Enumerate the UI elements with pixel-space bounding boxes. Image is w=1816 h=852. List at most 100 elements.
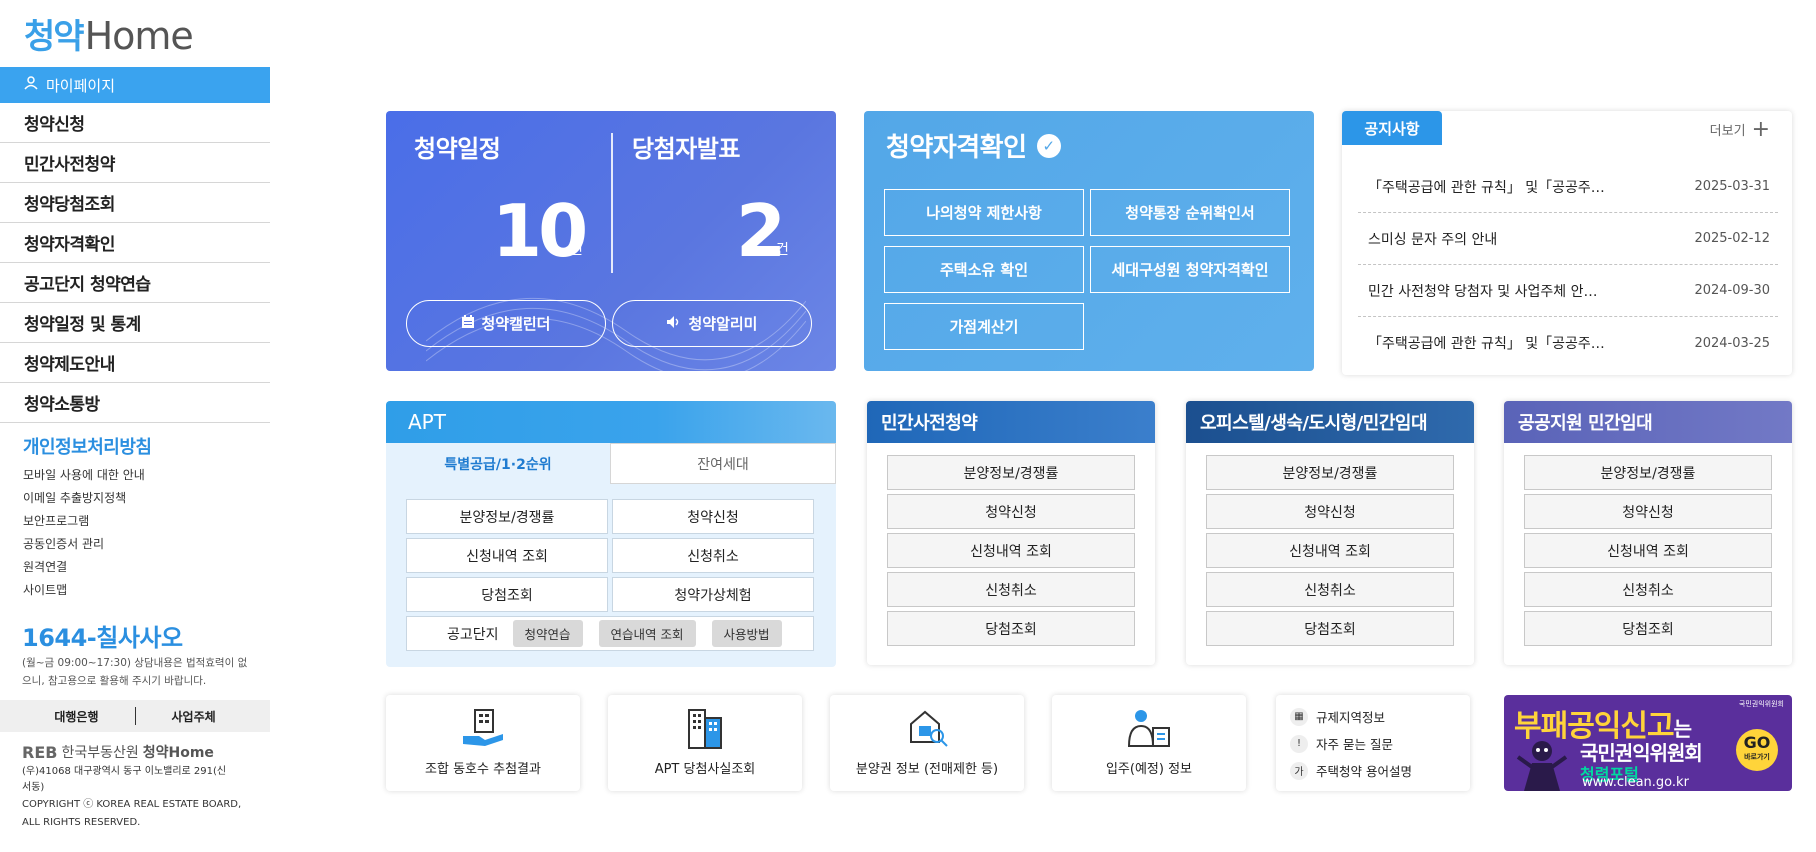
apt-winner-check-shortcut[interactable]: APT 당첨사실조회 [608, 695, 802, 791]
list-item[interactable]: 신청내역 조회 [1524, 533, 1772, 568]
house-search-icon [910, 710, 948, 747]
schedule-unit: 건 [570, 242, 583, 258]
building-icon: ▦ [1290, 707, 1308, 726]
union-lottery-shortcut[interactable]: 조합 동호수 추첨결과 [386, 695, 580, 791]
list-item[interactable]: 신청취소 [1206, 572, 1454, 607]
regulated-area-link[interactable]: ▦ 규제지역정보 [1290, 703, 1456, 730]
glossary-link[interactable]: 가 주택청약 용어설명 [1290, 757, 1456, 784]
notice-more-link[interactable]: 더보기 + [1710, 117, 1770, 142]
menu-item-winner-lookup[interactable]: 청약당첨조회 [0, 183, 270, 223]
apt-virtual-button[interactable]: 청약가상체험 [612, 577, 814, 612]
notice-title: 스미싱 문자 주의 안내 [1368, 231, 1498, 248]
notice-tab[interactable]: 공지사항 [1342, 111, 1442, 145]
list-item[interactable]: 당첨조회 [1206, 611, 1454, 646]
privacy-policy-link[interactable]: 개인정보처리방침 [23, 433, 152, 459]
account-rank-button[interactable]: 청약통장 순위확인서 [1090, 189, 1290, 236]
officetel-list: 분양정보/경쟁률 청약신청 신청내역 조회 신청취소 당첨조회 [1186, 443, 1474, 646]
list-item[interactable]: 신청취소 [1524, 572, 1772, 607]
apt-cancel-button[interactable]: 신청취소 [612, 538, 814, 573]
practice-button[interactable]: 청약연습 [512, 620, 583, 647]
winner-announce-title[interactable]: 당첨자발표 [632, 129, 740, 164]
apt-sale-info-button[interactable]: 분양정보/경쟁률 [406, 499, 608, 534]
list-item[interactable]: 신청취소 [887, 572, 1135, 607]
notice-item[interactable]: 「주택공급에 관한 규칙」 및「공공주… 2025-03-31 [1358, 161, 1778, 213]
officetel-title: 오피스텔/생숙/도시형/민간임대 [1186, 401, 1474, 443]
officetel-panel: 오피스텔/생숙/도시형/민간임대 분양정보/경쟁률 청약신청 신청내역 조회 신… [1186, 401, 1474, 665]
notice-item[interactable]: 「주택공급에 관한 규칙」 및「공공주… 2024-03-25 [1358, 317, 1778, 369]
sublink-email[interactable]: 이메일 추출방지정책 [23, 487, 145, 510]
sublink-sitemap[interactable]: 사이트맵 [23, 579, 145, 602]
list-item[interactable]: 분양정보/경쟁률 [887, 455, 1135, 490]
alarm-button[interactable]: 청약알리미 [612, 300, 812, 347]
sublink-security[interactable]: 보안프로그램 [23, 510, 145, 533]
list-item[interactable]: 분양정보/경쟁률 [1206, 455, 1454, 490]
contact-note: (월~금 09:00~17:30) 상담내용은 법적효력이 없으니, 참고용으로… [22, 657, 248, 687]
list-item[interactable]: 신청내역 조회 [1206, 533, 1454, 568]
notice-list: 「주택공급에 관한 규칙」 및「공공주… 2025-03-31 스미싱 문자 주… [1358, 161, 1778, 369]
practice-label: 공고단지 [447, 626, 499, 643]
alarm-button-label: 청약알리미 [688, 315, 758, 333]
quick-links: ▦ 규제지역정보 ! 자주 묻는 질문 가 주택청약 용어설명 [1276, 695, 1470, 791]
winner-announce-count[interactable]: 2 [736, 189, 786, 273]
my-restrictions-button[interactable]: 나의청약 제한사항 [884, 189, 1084, 236]
apt-tabs: 특별공급/1·2순위 잔여세대 [386, 443, 836, 484]
menu-item-qualification[interactable]: 청약자격확인 [0, 223, 270, 263]
sublink-certificate[interactable]: 공동인증서 관리 [23, 533, 145, 556]
score-calculator-button[interactable]: 가점계산기 [884, 303, 1084, 350]
schedule-title[interactable]: 청약일정 [414, 129, 501, 164]
menu-item-communication[interactable]: 청약소통방 [0, 383, 270, 423]
list-item[interactable]: 당첨조회 [887, 611, 1135, 646]
divider [611, 133, 613, 273]
list-item[interactable]: 당첨조회 [1524, 611, 1772, 646]
list-item[interactable]: 분양정보/경쟁률 [1524, 455, 1772, 490]
logo-text-korean: 청약 [24, 17, 85, 57]
banner-go-sub: 바로가기 [1744, 753, 1770, 761]
apt-winner-button[interactable]: 당첨조회 [406, 577, 608, 612]
link-label: 자주 묻는 질문 [1316, 737, 1393, 752]
sublink-mobile[interactable]: 모바일 사용에 대한 안내 [23, 464, 145, 487]
move-in-info-shortcut[interactable]: 입주(예정) 정보 [1052, 695, 1246, 791]
anti-corruption-banner[interactable]: 국민권익위원회 부패공익신고는 국민권익위원회 청렴포털 www.clean.g… [1504, 695, 1792, 791]
qualification-title: 청약자격확인 ✓ [886, 127, 1061, 164]
notice-title: 민간 사전청약 당첨자 및 사업주체 안… [1368, 283, 1598, 300]
menu-item-schedule-stats[interactable]: 청약일정 및 통계 [0, 303, 270, 343]
main-menu: 청약신청 민간사전청약 청약당첨조회 청약자격확인 공고단지 청약연습 청약일정… [0, 103, 270, 423]
tab-remaining-units[interactable]: 잔여세대 [610, 443, 836, 484]
apt-apply-button[interactable]: 청약신청 [612, 499, 814, 534]
faq-link[interactable]: ! 자주 묻는 질문 [1290, 730, 1456, 757]
practice-history-button[interactable]: 연습내역 조회 [598, 620, 696, 647]
mypage-button[interactable]: 마이페이지 [0, 67, 270, 103]
pre-subscription-list: 분양정보/경쟁률 청약신청 신청내역 조회 신청취소 당첨조회 [867, 443, 1155, 646]
site-logo[interactable]: 청약 Home [24, 14, 194, 58]
shortcut-label: 분양권 정보 (전매제한 등) [855, 762, 999, 777]
menu-item-pre-subscription[interactable]: 민간사전청약 [0, 143, 270, 183]
notice-date: 2025-02-12 [1694, 231, 1770, 246]
list-item[interactable]: 청약신청 [1206, 494, 1454, 529]
agency-bank-link[interactable]: 대행은행 [54, 708, 98, 725]
check-circle-icon: ✓ [1036, 133, 1061, 158]
person-document-icon [1127, 710, 1170, 747]
menu-item-apply[interactable]: 청약신청 [0, 103, 270, 143]
list-item[interactable]: 신청내역 조회 [887, 533, 1135, 568]
menu-item-system-guide[interactable]: 청약제도안내 [0, 343, 270, 383]
presale-right-shortcut[interactable]: 분양권 정보 (전매제한 등) [830, 695, 1024, 791]
banner-go-label: GO [1743, 733, 1771, 752]
menu-item-practice[interactable]: 공고단지 청약연습 [0, 263, 270, 303]
notice-item[interactable]: 민간 사전청약 당첨자 및 사업주체 안… 2024-09-30 [1358, 265, 1778, 317]
agency-business-link[interactable]: 사업주체 [172, 708, 216, 725]
calendar-icon [461, 314, 475, 333]
tab-special-supply[interactable]: 특별공급/1·2순위 [386, 443, 610, 484]
person-icon [24, 76, 38, 94]
list-item[interactable]: 청약신청 [887, 494, 1135, 529]
schedule-count[interactable]: 10 [492, 189, 588, 273]
practice-howto-button[interactable]: 사용방법 [711, 620, 782, 647]
apt-history-button[interactable]: 신청내역 조회 [406, 538, 608, 573]
household-qualification-button[interactable]: 세대구성원 청약자격확인 [1090, 246, 1290, 293]
calendar-button[interactable]: 청약캘린더 [406, 300, 606, 347]
banner-go-button[interactable]: GO 바로가기 [1736, 729, 1778, 771]
sublink-remote[interactable]: 원격연결 [23, 556, 145, 579]
footer-address: (우)41068 대구광역시 동구 이노밸리로 291(신서동) [22, 766, 227, 793]
house-ownership-button[interactable]: 주택소유 확인 [884, 246, 1084, 293]
notice-item[interactable]: 스미싱 문자 주의 안내 2025-02-12 [1358, 213, 1778, 265]
list-item[interactable]: 청약신청 [1524, 494, 1772, 529]
